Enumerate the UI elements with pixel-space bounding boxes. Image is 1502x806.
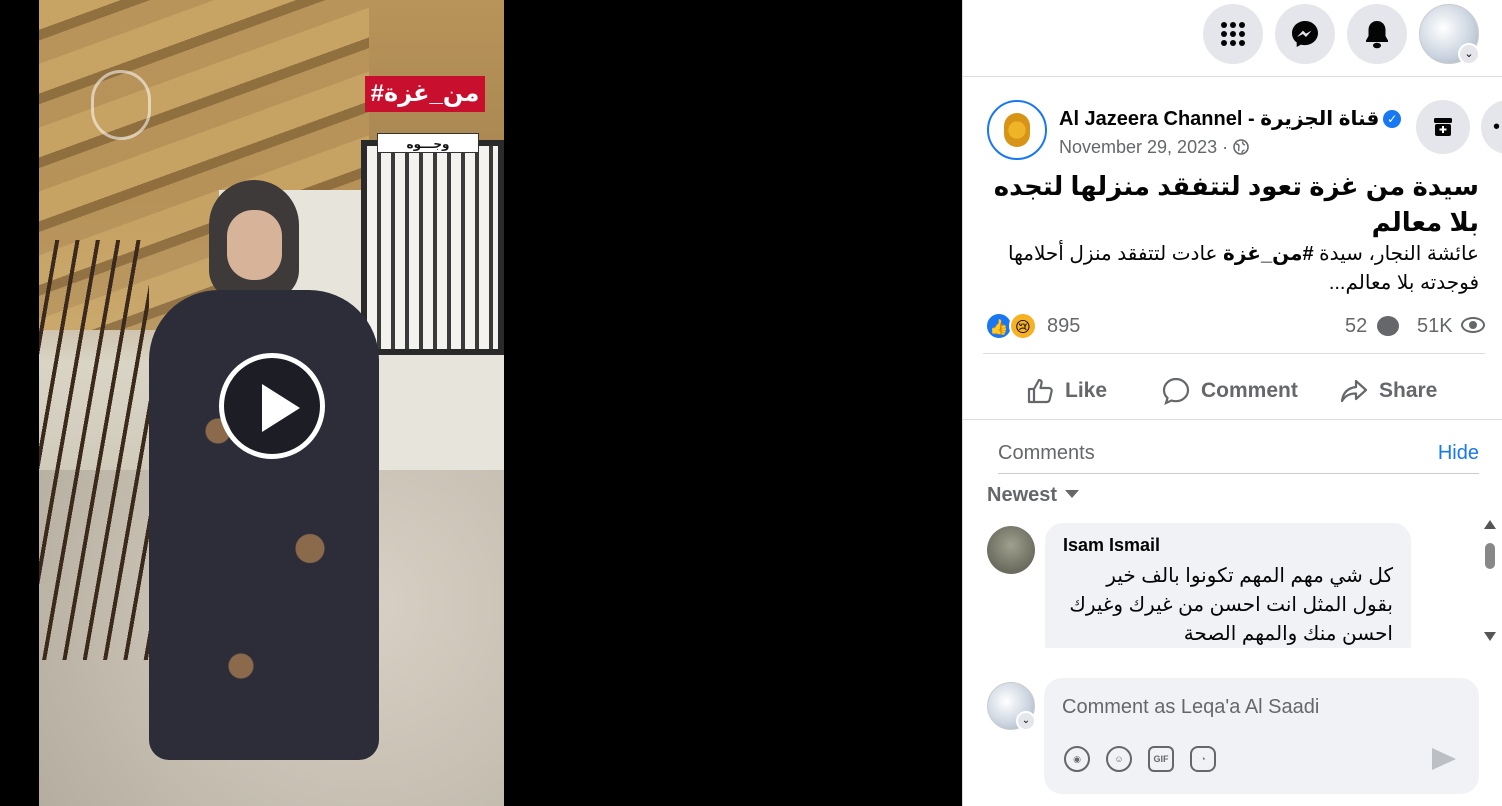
video-frame-window bbox=[361, 140, 504, 355]
channel-watermark-icon bbox=[91, 70, 151, 140]
comment-sort-dropdown[interactable]: Newest bbox=[987, 484, 1080, 507]
comment-author-avatar[interactable] bbox=[987, 526, 1035, 574]
hide-comments-link[interactable]: Hide bbox=[1438, 442, 1479, 465]
post-date-text: November 29, 2023 · bbox=[1059, 137, 1229, 157]
comments-title: Comments bbox=[998, 442, 1095, 464]
grid-menu-button[interactable] bbox=[1203, 4, 1263, 64]
hashtag-link[interactable]: #من_غزة bbox=[1223, 243, 1314, 265]
scroll-up-arrow-icon[interactable] bbox=[1484, 520, 1496, 529]
eye-icon bbox=[1461, 317, 1485, 333]
video-stage[interactable]: #من_غزة وجـــوه bbox=[0, 0, 962, 806]
comment-sort-label: Newest bbox=[987, 484, 1058, 506]
notifications-button[interactable] bbox=[1347, 4, 1407, 64]
comment-text: كل شي مهم المهم تكونوا بالف خير بقول الم… bbox=[1069, 565, 1393, 645]
post-date[interactable]: November 29, 2023 · bbox=[1059, 137, 1249, 158]
bell-icon bbox=[1366, 21, 1388, 49]
chevron-down-icon: ⌄ bbox=[1016, 711, 1036, 731]
sad-reaction-icon[interactable]: 😢 bbox=[1009, 312, 1037, 340]
post-actions: Like Comment Share bbox=[963, 362, 1502, 420]
comment-icon bbox=[1162, 377, 1190, 406]
account-avatar[interactable]: ⌄ bbox=[1419, 4, 1480, 65]
post-header: Al Jazeera Channel - قناة الجزيرة ✓ Novem… bbox=[987, 100, 1487, 160]
messenger-button[interactable] bbox=[1275, 4, 1335, 64]
reactions-count[interactable]: 895 bbox=[1047, 315, 1080, 338]
caret-down-icon bbox=[1065, 490, 1080, 498]
post-panel: ⌄ Al Jazeera Channel - قناة الجزيرة ✓ Nov… bbox=[962, 0, 1502, 806]
comments-scrollbar[interactable] bbox=[1483, 520, 1497, 646]
like-label: Like bbox=[1065, 379, 1108, 402]
scroll-down-arrow-icon[interactable] bbox=[1484, 632, 1496, 641]
video-player[interactable]: #من_غزة وجـــوه bbox=[39, 0, 504, 806]
composer-avatar[interactable]: ⌄ bbox=[987, 682, 1036, 731]
comment-composer: ◉ ☺ GIF ◔ bbox=[1044, 678, 1479, 794]
top-bar: ⌄ bbox=[963, 0, 1502, 77]
chevron-down-icon: ⌄ bbox=[1458, 43, 1480, 65]
thumbs-up-icon bbox=[1027, 378, 1053, 404]
scroll-thumb[interactable] bbox=[1485, 543, 1495, 569]
comment-button[interactable]: Comment bbox=[1161, 368, 1298, 414]
play-button[interactable] bbox=[219, 353, 325, 459]
video-frame-person bbox=[149, 180, 379, 780]
post-stats: 👍 😢 895 52 51K bbox=[983, 310, 1485, 354]
gif-label: GIF bbox=[1153, 754, 1169, 764]
post-title: سيدة من غزة تعود لتتفقد منزلها لتجده بلا… bbox=[993, 171, 1479, 237]
views-count: 51K bbox=[1417, 315, 1453, 337]
emoji-icon[interactable]: ☺ bbox=[1106, 746, 1132, 772]
page-logo-avatar[interactable] bbox=[987, 100, 1047, 160]
video-series-label: وجـــوه bbox=[377, 133, 479, 153]
video-hashtag-label: #من_غزة bbox=[365, 76, 485, 112]
video-frame-railing bbox=[39, 240, 149, 660]
gif-icon[interactable]: GIF bbox=[1148, 746, 1174, 772]
verified-badge-icon: ✓ bbox=[1383, 110, 1402, 128]
send-icon[interactable] bbox=[1432, 748, 1456, 770]
comment-bubble: Isam Ismail كل شي مهم المهم تكونوا بالف … bbox=[1045, 523, 1411, 648]
more-dots-icon: • bbox=[1493, 116, 1501, 138]
post-description-text: عائشة النجار، سيدة bbox=[1313, 243, 1479, 265]
page-name-text: Al Jazeera Channel - قناة الجزيرة bbox=[1059, 108, 1380, 130]
comment-input[interactable] bbox=[1062, 692, 1462, 722]
post-description: عائشة النجار، سيدة #من_غزة عادت لتتفقد م… bbox=[987, 240, 1479, 298]
messenger-icon bbox=[1292, 21, 1318, 47]
share-label: Share bbox=[1379, 379, 1438, 402]
grid-menu-icon bbox=[1221, 22, 1245, 46]
comment-label: Comment bbox=[1201, 379, 1298, 402]
save-video-button[interactable] bbox=[1416, 100, 1470, 154]
share-icon bbox=[1340, 379, 1368, 403]
comment-author-name[interactable]: Isam Ismail bbox=[1063, 535, 1393, 556]
comment-bubble-icon bbox=[1377, 316, 1399, 336]
comment-item: Isam Ismail كل شي مهم المهم تكونوا بالف … bbox=[987, 523, 1467, 648]
comments-header: Comments Hide bbox=[998, 438, 1479, 474]
save-archive-icon bbox=[1434, 118, 1452, 136]
sticker-icon[interactable]: ◔ bbox=[1190, 746, 1216, 772]
globe-icon bbox=[1233, 139, 1249, 155]
avatar-sticker-icon[interactable]: ◉ bbox=[1064, 746, 1090, 772]
like-button[interactable]: Like bbox=[1025, 368, 1107, 414]
share-button[interactable]: Share bbox=[1339, 368, 1437, 414]
comments-count[interactable]: 52 bbox=[1345, 315, 1367, 338]
page-name-link[interactable]: Al Jazeera Channel - قناة الجزيرة ✓ bbox=[1059, 106, 1402, 131]
